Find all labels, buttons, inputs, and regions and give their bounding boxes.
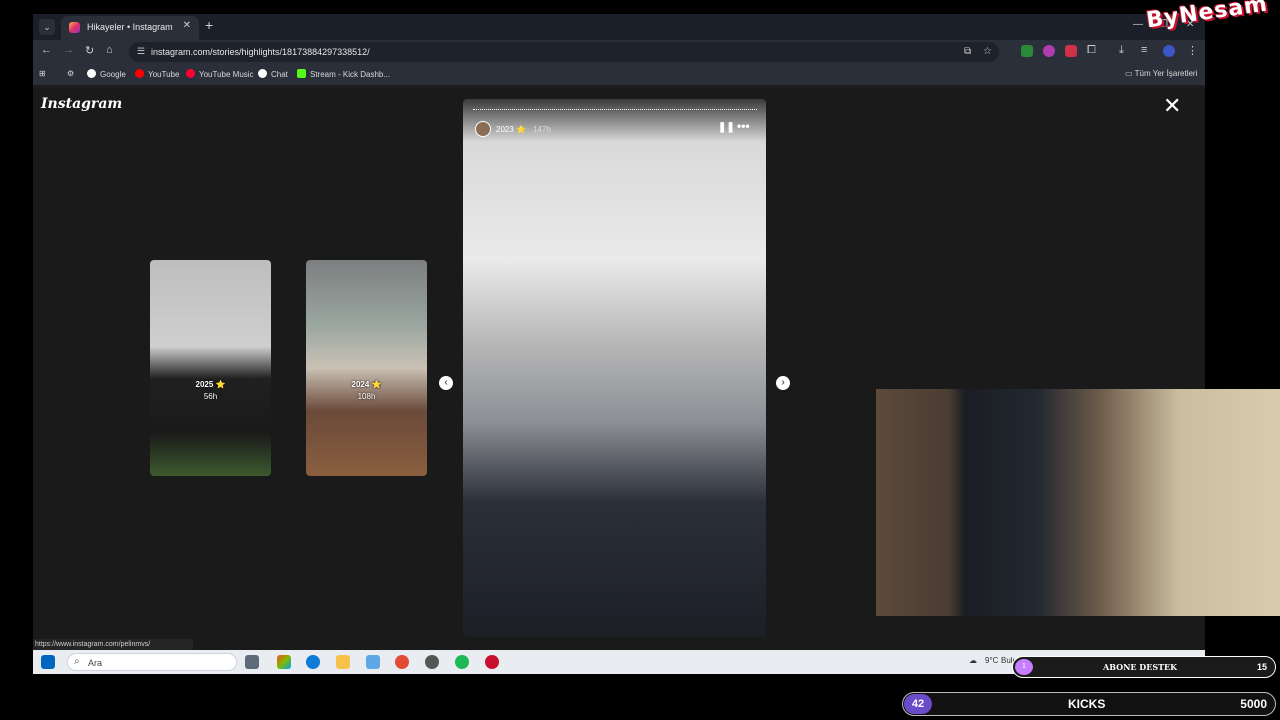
bookmark-star-icon[interactable]: ☆ (983, 46, 992, 57)
install-icon[interactable]: ⧉ (964, 46, 971, 57)
tab-instagram[interactable]: Hikayeler • Instagram ✕ (61, 16, 199, 40)
tab-close-icon[interactable]: ✕ (183, 20, 191, 31)
media-controls-icon[interactable]: ≡ (1141, 44, 1147, 56)
kicks-goal-target: 5000 (1240, 697, 1267, 711)
forward-icon[interactable]: → (63, 44, 74, 56)
chrome-icon[interactable] (395, 655, 409, 669)
story-thumbnail-age: 108h (357, 392, 376, 401)
obs-icon[interactable] (485, 655, 499, 669)
subscriber-goal-bar: 1 ABONE DESTEK 15 (1012, 656, 1276, 678)
settings-gear-icon[interactable] (425, 655, 439, 669)
story-thumbnail-2024[interactable]: 2024 ⭐ 108h (306, 260, 427, 476)
close-stories-icon[interactable]: ✕ (1163, 95, 1181, 117)
tab-bar: ⌄ Hikayeler • Instagram ✕ + — ❐ ✕ (33, 14, 1205, 40)
youtube-music-icon (186, 69, 195, 78)
kicks-label: KICKS (1068, 697, 1106, 711)
story-age: 147h (533, 125, 551, 134)
subscriber-goal-label: ABONE DESTEK (1103, 662, 1178, 672)
weather-temperature: 9°C (985, 656, 999, 665)
subscriber-count: 1 (1015, 659, 1033, 675)
story-thumbnail-title: 2025 ⭐ (195, 380, 226, 389)
all-bookmarks[interactable]: ▭ Tüm Yer İşaretleri (1125, 69, 1197, 78)
apps-grid-icon[interactable]: ⊞ (39, 69, 46, 78)
file-explorer-icon[interactable] (336, 655, 350, 669)
weather-icon[interactable]: ☁ (969, 656, 977, 665)
link-status-url: https://www.instagram.com/pelinmvs/ (33, 639, 193, 650)
windows-start-icon[interactable] (41, 655, 55, 669)
new-tab-icon[interactable]: + (205, 17, 213, 33)
pause-icon[interactable]: ❚❚ (718, 122, 735, 133)
channel-logo: ByNesam (1144, 0, 1270, 34)
bookmark-youtube-music[interactable]: YouTube Music (186, 69, 254, 79)
story-thumbnail-title: 2024 ⭐ (351, 380, 382, 389)
extension-circle-icon[interactable] (1043, 45, 1055, 57)
edge-icon[interactable] (306, 655, 320, 669)
extension-x-icon[interactable] (1021, 45, 1033, 57)
instagram-logo[interactable]: Instagram (41, 96, 122, 112)
search-placeholder: Ara (88, 658, 103, 668)
reload-icon[interactable]: ↻ (85, 44, 94, 57)
bookmark-chat[interactable]: Chat (258, 69, 288, 79)
bookmark-youtube[interactable]: YouTube (135, 69, 179, 79)
copilot-icon[interactable] (277, 655, 291, 669)
tab-title: Hikayeler • Instagram (87, 22, 173, 32)
url-text: instagram.com/stories/highlights/1817388… (151, 47, 370, 57)
chat-icon (258, 69, 267, 78)
webcam-feed (876, 389, 1280, 616)
task-view-icon[interactable] (245, 655, 259, 669)
kick-icon (297, 69, 306, 78)
story-progress-bar (473, 109, 757, 111)
bookmark-kick-dashboard[interactable]: Stream - Kick Dashb... (297, 69, 390, 79)
extension-red-icon[interactable] (1065, 45, 1077, 57)
app-icon[interactable] (366, 655, 380, 669)
minimize-icon[interactable]: — (1133, 19, 1143, 30)
story-avatar[interactable] (475, 121, 491, 137)
google-icon (87, 69, 96, 78)
previous-story-arrow-icon[interactable]: ‹ (439, 376, 453, 390)
instagram-favicon-icon (69, 22, 80, 33)
extensions-puzzle-icon[interactable]: ⧠ (1087, 44, 1096, 57)
navigation-bar: ← → ↻ ⌂ ☰ instagram.com/stories/highligh… (33, 40, 1205, 64)
subscriber-goal-target: 15 (1256, 662, 1267, 672)
stream-frame: ⌄ Hikayeler • Instagram ✕ + — ❐ ✕ ← → ↻ … (0, 0, 1280, 720)
folder-icon: ▭ (1125, 69, 1135, 78)
kicks-goal-bar: 42 KICKS 5000 (902, 692, 1276, 716)
story-title: 2023 ⭐ (496, 125, 526, 134)
download-icon[interactable]: ⤓ (1119, 44, 1124, 57)
active-story[interactable]: 2023 ⭐ 147h ❚❚ ••• (463, 99, 766, 637)
profile-avatar[interactable] (1163, 45, 1175, 57)
home-icon[interactable]: ⌂ (106, 44, 113, 56)
back-icon[interactable]: ← (41, 44, 52, 56)
more-options-icon[interactable]: ••• (737, 119, 750, 133)
search-icon: ⌕ (74, 656, 80, 667)
bookmark-google[interactable]: Google (87, 69, 126, 79)
browser-menu-icon[interactable]: ⋮ (1187, 44, 1198, 57)
site-info-icon[interactable]: ☰ (137, 46, 145, 57)
spotify-icon[interactable] (455, 655, 469, 669)
next-story-arrow-icon[interactable]: › (776, 376, 790, 390)
taskbar-search[interactable]: ⌕ Ara (67, 653, 237, 671)
story-thumbnail-age: 56h (203, 392, 218, 401)
youtube-icon (135, 69, 144, 78)
address-bar[interactable]: ☰ instagram.com/stories/highlights/18173… (129, 42, 999, 62)
kicks-count: 42 (904, 694, 932, 714)
story-thumbnail-2025[interactable]: 2025 ⭐ 56h (150, 260, 271, 476)
tab-search-button[interactable]: ⌄ (39, 19, 55, 35)
bookmarks-bar: ⊞ ⚙ Google YouTube YouTube Music Chat St… (33, 64, 1205, 86)
bookmark-settings-icon[interactable]: ⚙ (67, 69, 74, 78)
